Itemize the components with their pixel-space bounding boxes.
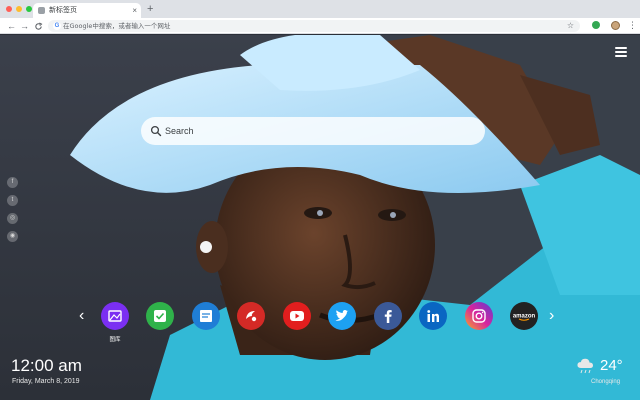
extension-icon[interactable]	[592, 21, 600, 29]
bookmark-star-icon[interactable]: ☆	[567, 20, 574, 32]
search-bar[interactable]: Search	[141, 117, 485, 145]
carousel-next-arrow[interactable]: ›	[549, 307, 554, 325]
twitter-app-icon[interactable]	[328, 302, 356, 330]
cloud-rain-icon	[577, 358, 593, 374]
gallery-app-icon[interactable]	[101, 302, 129, 330]
browser-toolbar: ← → G 在Google中搜索，或者输入一个网址 ☆	[0, 18, 640, 34]
clock-date: Friday, March 8, 2019	[12, 378, 80, 385]
forward-button[interactable]: →	[20, 20, 29, 32]
search-placeholder: Search	[165, 126, 194, 136]
carousel-prev-arrow[interactable]: ‹	[79, 307, 84, 325]
facebook-share-icon[interactable]: f	[7, 177, 18, 188]
notes-app-icon[interactable]	[192, 302, 220, 330]
new-tab-page: Search f t ◎ ◉ ‹ › 图库 amazon 12:00 am Fr…	[0, 35, 640, 400]
facebook-app-icon[interactable]	[374, 302, 402, 330]
gallery-app-label: 图库	[109, 337, 121, 343]
close-tab-icon[interactable]: ×	[132, 5, 137, 16]
search-icon	[150, 125, 162, 137]
browser-menu-icon[interactable]: ⋮	[628, 19, 637, 31]
back-button[interactable]: ←	[7, 20, 16, 32]
tasks-app-icon[interactable]	[146, 302, 174, 330]
profile-avatar[interactable]	[611, 21, 620, 30]
twitter-share-icon[interactable]: t	[7, 195, 18, 206]
tab-title: 新标签页	[49, 6, 77, 14]
weather-temperature: 24°	[600, 357, 623, 374]
address-bar-placeholder: 在Google中搜索，或者输入一个网址	[63, 22, 171, 30]
clock-time: 12:00 am	[11, 356, 82, 375]
game-app-icon[interactable]	[237, 302, 265, 330]
google-icon: G	[53, 22, 61, 30]
instagram-app-icon[interactable]	[465, 302, 493, 330]
address-bar[interactable]: G 在Google中搜索，或者输入一个网址 ☆	[48, 20, 580, 32]
page-favicon-icon	[38, 7, 45, 14]
minimize-window-button[interactable]	[16, 6, 22, 12]
reload-button[interactable]	[34, 20, 43, 34]
close-window-button[interactable]	[6, 6, 12, 12]
hamburger-menu-icon[interactable]	[615, 47, 627, 57]
window-controls	[6, 6, 32, 12]
linkedin-app-icon[interactable]	[419, 302, 447, 330]
tab-new-tab[interactable]: 新标签页 ×	[33, 3, 141, 18]
maximize-window-button[interactable]	[26, 6, 32, 12]
wechat-icon[interactable]: ◉	[7, 231, 18, 242]
share-icon[interactable]: ◎	[7, 213, 18, 224]
tab-strip: 新标签页 × +	[0, 0, 640, 18]
youtube-app-icon[interactable]	[283, 302, 311, 330]
wallpaper-image	[0, 35, 640, 400]
weather-city: Chongqing	[591, 379, 621, 385]
amazon-app-icon[interactable]: amazon	[510, 302, 538, 330]
new-tab-button[interactable]: +	[147, 2, 153, 16]
reload-icon	[35, 22, 43, 30]
amazon-logo-text: amazon	[513, 314, 536, 320]
